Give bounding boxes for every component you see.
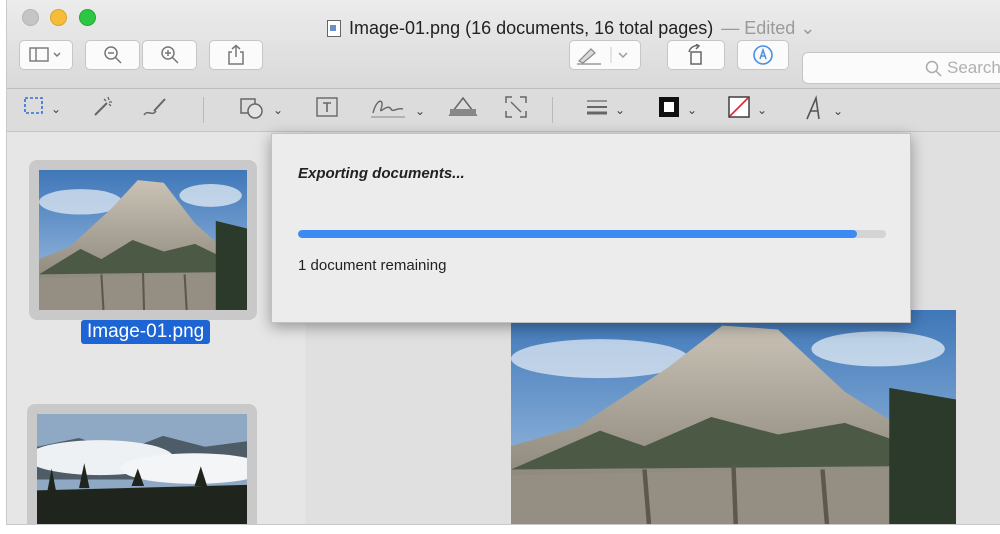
export-progress-bar — [298, 230, 886, 238]
rectangular-selection-tool[interactable]: ⌄ — [23, 95, 61, 122]
thumbnail-label[interactable]: Image-01.png — [81, 320, 211, 344]
highlight-icon — [575, 45, 635, 65]
chevron-down-icon: ⌄ — [273, 102, 284, 117]
zoom-out-button[interactable] — [85, 40, 140, 70]
rotate-button[interactable] — [667, 40, 725, 70]
chevron-down-icon: ⌄ — [415, 103, 426, 118]
zoom-out-icon — [103, 45, 123, 65]
share-button[interactable] — [209, 40, 263, 70]
shapes-icon — [239, 95, 267, 124]
main-image — [511, 310, 956, 524]
chevron-down-icon: ⌄ — [687, 102, 698, 117]
chevron-down-icon: ⌄ — [615, 102, 626, 117]
zoom-in-icon — [160, 45, 180, 65]
sketch-tool[interactable] — [142, 95, 168, 124]
preview-window: Image-01.png (16 documents, 16 total pag… — [6, 0, 1000, 525]
adjust-size-icon — [504, 95, 528, 124]
thumbnail-image — [39, 170, 247, 310]
rectangular-selection-icon — [23, 95, 45, 122]
export-status: 1 document remaining — [298, 257, 447, 274]
edited-status[interactable]: — Edited ⌄ — [721, 18, 815, 39]
sign-tool[interactable]: ⌄ — [369, 95, 425, 126]
border-color-icon — [657, 95, 681, 124]
close-button[interactable] — [22, 9, 39, 26]
text-style-icon — [803, 95, 827, 126]
chevron-down-icon: ⌄ — [51, 101, 62, 116]
adjust-color-icon — [447, 95, 479, 124]
export-title: Exporting documents... — [298, 165, 465, 182]
thumbnail-item[interactable] — [27, 404, 257, 524]
toolbar-divider — [203, 97, 204, 123]
minimize-button[interactable] — [50, 9, 67, 26]
share-icon — [227, 44, 245, 66]
shape-style-tool[interactable]: ⌄ — [585, 95, 625, 124]
shape-style-icon — [585, 95, 609, 124]
window-title: Image-01.png (16 documents, 16 total pag… — [327, 18, 815, 39]
highlight-button[interactable] — [569, 40, 641, 70]
zoom-button[interactable] — [79, 9, 96, 26]
thumbnail-image — [37, 414, 247, 524]
fill-color-tool[interactable]: ⌄ — [727, 95, 767, 124]
text-tool[interactable] — [315, 95, 339, 124]
thumbnail-sidebar: Image-01.png — [7, 132, 305, 524]
chevron-down-icon: ⌄ — [833, 103, 844, 118]
border-color-tool[interactable]: ⌄ — [657, 95, 697, 124]
instant-alpha-tool[interactable] — [91, 95, 115, 124]
text-style-tool[interactable]: ⌄ — [803, 95, 843, 126]
window-title-text: Image-01.png (16 documents, 16 total pag… — [349, 18, 714, 38]
fill-color-icon — [727, 95, 751, 124]
markup-toolbar-button[interactable] — [737, 40, 789, 70]
shapes-tool[interactable]: ⌄ — [239, 95, 283, 124]
sidebar-view-button[interactable] — [19, 40, 73, 70]
search-placeholder: Search — [947, 58, 1000, 77]
toolbar-divider — [552, 97, 553, 123]
markup-toolbar: ⌄ ⌄ ⌄ ⌄ ⌄ ⌄ ⌄ — [7, 89, 1000, 132]
zoom-in-button[interactable] — [142, 40, 197, 70]
sidebar-icon — [29, 47, 63, 63]
export-progress-sheet: Exporting documents... 1 document remain… — [271, 133, 911, 323]
chevron-down-icon: ⌄ — [757, 102, 768, 117]
sketch-icon — [142, 95, 168, 124]
markup-icon — [752, 44, 774, 66]
adjust-color-tool[interactable] — [447, 95, 479, 124]
rotate-icon — [685, 44, 707, 66]
instant-alpha-icon — [91, 95, 115, 124]
sign-icon — [369, 95, 409, 126]
export-progress-fill — [298, 230, 857, 238]
adjust-size-tool[interactable] — [504, 95, 528, 124]
search-icon — [925, 60, 943, 83]
document-icon — [327, 20, 341, 37]
thumbnail-item-selected[interactable] — [29, 160, 257, 320]
text-icon — [315, 95, 339, 124]
